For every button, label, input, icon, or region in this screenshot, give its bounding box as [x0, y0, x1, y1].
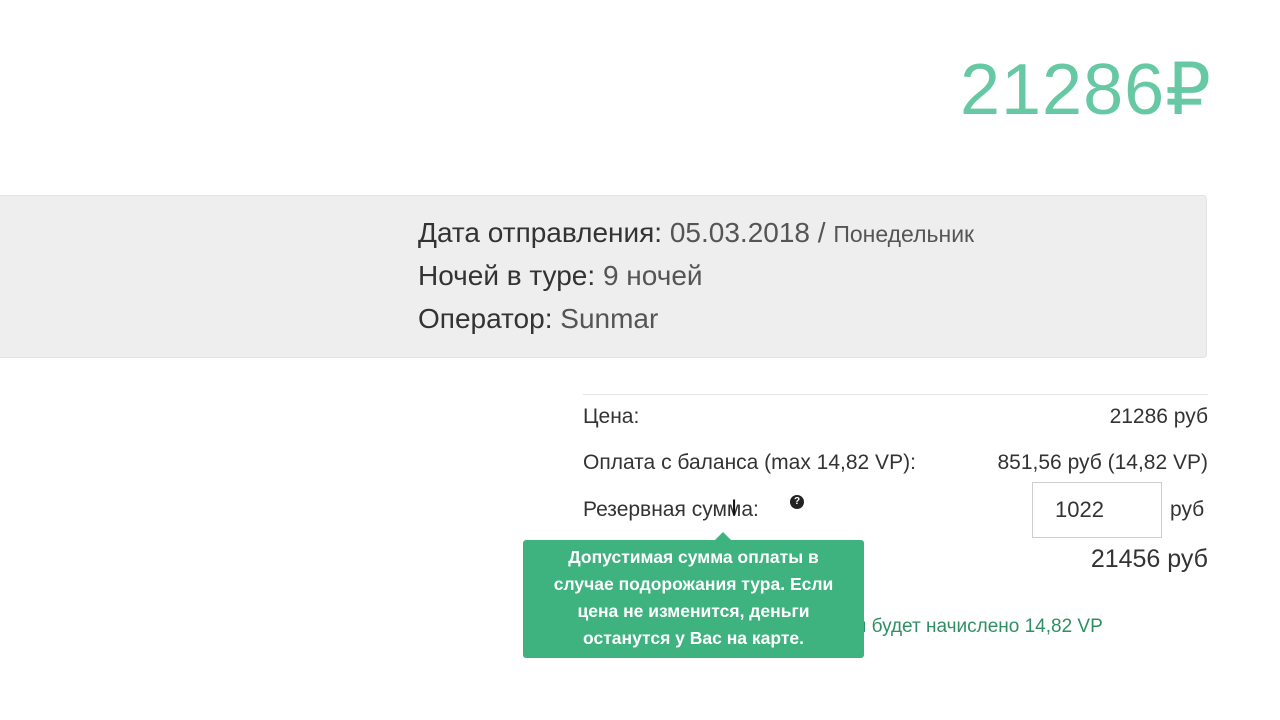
- departure-label: Дата отправления:: [418, 217, 663, 248]
- tooltip-line: цена не изменится, деньги: [577, 601, 810, 621]
- nights-line: Ночей в туре: 9 ночей: [418, 259, 703, 293]
- operator-value: Sunmar: [560, 303, 659, 334]
- summary-divider: [583, 394, 1208, 395]
- departure-value: 05.03.2018: [669, 217, 810, 248]
- tooltip-line: случае подорожания тура. Если: [553, 574, 834, 594]
- balance-payment-value: 851,56 руб (14,82 VP): [997, 451, 1209, 474]
- departure-weekday: Понедельник: [833, 221, 975, 247]
- balance-payment-label: Оплата с баланса (max 14,82 VP):: [583, 451, 916, 474]
- total-amount: 21456 руб: [1090, 545, 1208, 573]
- nights-value: 9 ночей: [602, 260, 703, 291]
- price-value: 21286 руб: [1109, 405, 1208, 428]
- tooltip-line: останутся у Вас на карте.: [583, 628, 804, 648]
- text-cursor-icon: I: [731, 495, 738, 520]
- operator-line: Оператор: Sunmar: [418, 302, 658, 336]
- departure-separator: /: [817, 217, 826, 248]
- tooltip-line: Допустимая сумма оплаты в: [568, 547, 819, 567]
- reserve-amount-input[interactable]: [1032, 482, 1162, 538]
- reserve-amount-unit: руб: [1170, 498, 1205, 521]
- nights-label: Ночей в туре:: [418, 260, 596, 291]
- reserve-help-tooltip: Допустимая сумма оплаты в случае подорож…: [523, 540, 864, 658]
- departure-date-line: Дата отправления: 05.03.2018 / Понедельн…: [418, 216, 974, 251]
- operator-label: Оператор:: [418, 303, 553, 334]
- total-price-large: 21286₽: [959, 50, 1212, 130]
- price-label: Цена:: [583, 405, 640, 428]
- question-circle-icon[interactable]: ?: [790, 495, 804, 509]
